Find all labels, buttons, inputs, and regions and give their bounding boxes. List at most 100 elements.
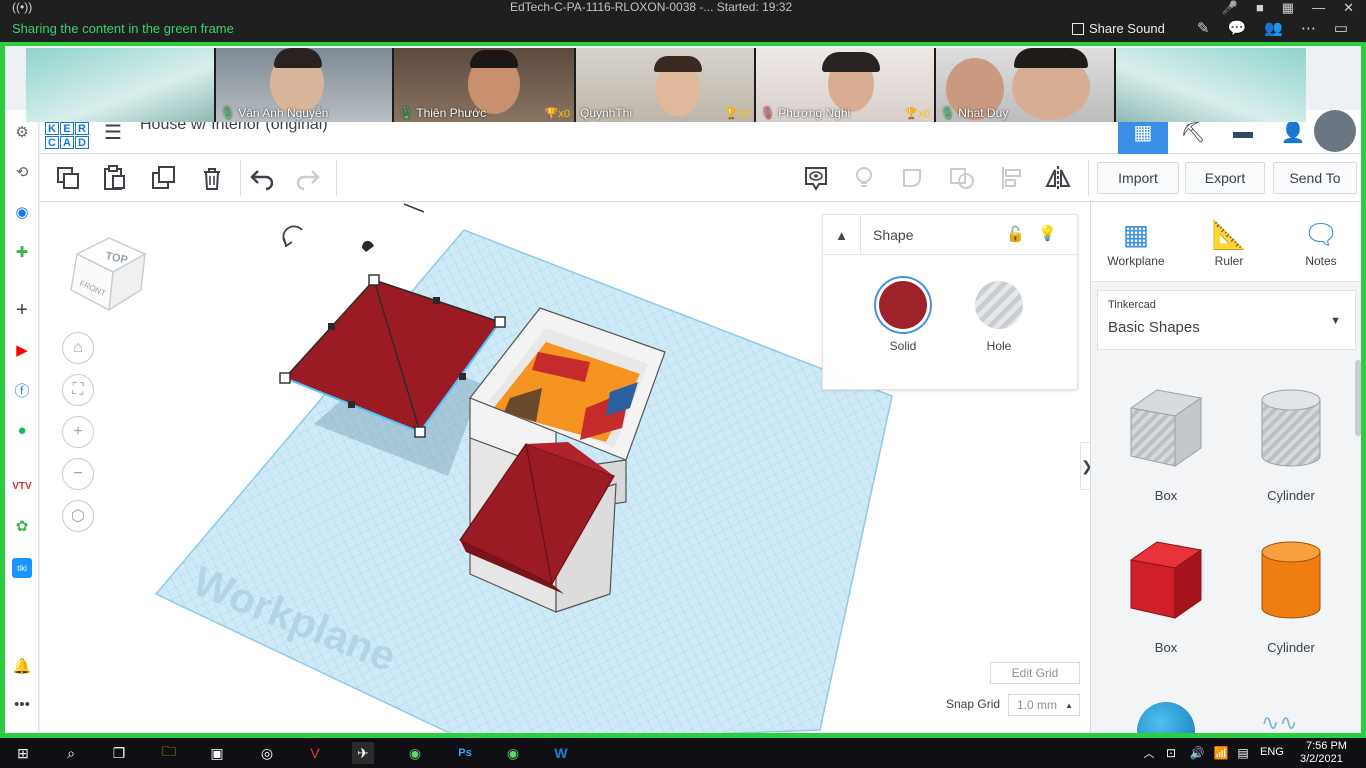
edit-grid-button[interactable]: Edit Grid (990, 662, 1080, 684)
resize-handle[interactable] (494, 316, 506, 328)
snap-grid-select[interactable]: 1.0 mm ▲ (1008, 694, 1080, 716)
chat-icon[interactable]: 💬 (1227, 19, 1246, 37)
delete-button[interactable] (196, 162, 228, 194)
more-icon[interactable]: ••• (12, 694, 32, 714)
shape-library-dropdown[interactable]: Tinkercad Basic Shapes ▼ (1097, 290, 1356, 350)
mirror-button[interactable] (1042, 162, 1074, 194)
zoom-in-button[interactable]: + (62, 416, 94, 448)
resize-handle[interactable] (368, 274, 380, 286)
home-view-button[interactable]: ⌂ (62, 332, 94, 364)
task-view-icon[interactable]: ❐ (108, 742, 130, 764)
unlock-icon[interactable]: 🔓 (1006, 225, 1025, 243)
resize-handle[interactable] (279, 372, 291, 384)
wifi-icon[interactable]: 📶 (1210, 742, 1232, 764)
annotate-icon[interactable]: ✎ (1197, 19, 1210, 37)
games-icon[interactable]: ✚ (12, 242, 32, 262)
avatar[interactable] (1314, 110, 1356, 152)
tray-chevron-icon[interactable]: ︿ (1138, 742, 1160, 764)
notes-toggle-button[interactable] (800, 162, 832, 194)
collapse-panel-button[interactable]: ▲ (823, 215, 861, 255)
redo-button[interactable] (292, 162, 324, 194)
participant-tile[interactable]: QuynhThi 🏆x0 (576, 48, 756, 122)
participant-tile[interactable]: 🎙 Thiên Phước 🏆x0 (394, 48, 576, 122)
mic-icon[interactable]: 🎤 (1222, 0, 1238, 16)
import-button[interactable]: Import (1097, 162, 1179, 194)
copy-button[interactable] (52, 162, 84, 194)
design-list-icon[interactable]: ☰ (104, 120, 122, 145)
duplicate-button[interactable] (148, 162, 180, 194)
resize-handle[interactable] (414, 426, 426, 438)
show-all-button[interactable] (848, 162, 880, 194)
shape-cylinder-hole[interactable]: Cylinder (1236, 378, 1346, 518)
paste-button[interactable] (98, 162, 130, 194)
network-icon[interactable]: ⊡ (1160, 742, 1182, 764)
participant-tile[interactable]: 🎙 Phương Nghi 🏆x0 (756, 48, 936, 122)
align-button[interactable] (996, 162, 1028, 194)
windows-start-icon[interactable]: ⊞ (12, 742, 34, 764)
app-icon[interactable]: ✿ (12, 516, 32, 536)
notification-icon[interactable]: ▤ (1232, 742, 1254, 764)
expand-library-button[interactable]: ❯ (1080, 442, 1090, 490)
text-shape-preview[interactable]: ∿∿ (1261, 710, 1321, 738)
group-button[interactable] (898, 162, 930, 194)
search-icon[interactable]: ⌕ (60, 742, 82, 764)
send-to-button[interactable]: Send To (1273, 162, 1357, 194)
photoshop-icon[interactable]: Ps (454, 742, 476, 764)
minimize-icon[interactable]: — (1312, 0, 1325, 16)
settings-icon[interactable]: ⚙ (12, 122, 32, 142)
shape-cylinder-solid[interactable]: Cylinder (1236, 530, 1346, 670)
vtv-icon[interactable]: VTV (12, 476, 32, 496)
add-icon[interactable]: + (12, 299, 32, 321)
browser-icon[interactable]: ◉ (502, 742, 524, 764)
3d-viewport[interactable]: Workplane TOP FRONT ⌂ ⛶ + − ⬡ ▲ Shape 🔓 … (40, 202, 1090, 738)
hole-swatch[interactable] (975, 281, 1023, 329)
messenger-icon[interactable]: ◉ (12, 202, 32, 222)
word-icon[interactable]: W (550, 742, 572, 764)
history-icon[interactable]: ⟲ (12, 162, 32, 182)
notes-tool[interactable]: 🗨 Notes (1281, 214, 1361, 269)
perspective-button[interactable]: ⬡ (62, 500, 94, 532)
fit-view-button[interactable]: ⛶ (62, 374, 94, 406)
workplane-tool[interactable]: ▦ Workplane (1096, 214, 1176, 269)
video-icon[interactable]: ■ (1256, 0, 1264, 16)
clock-time[interactable]: 7:56 PM (1306, 740, 1347, 752)
close-icon[interactable]: ✕ (1343, 0, 1354, 16)
participant-tile[interactable]: 🎙 Văn Anh Nguyễn (216, 48, 394, 122)
file-explorer-icon[interactable]: 🗀 (158, 742, 180, 764)
app-icon[interactable]: ✈ (352, 742, 374, 764)
store-icon[interactable]: ▣ (206, 742, 228, 764)
participant-tile[interactable]: 🎙 Nhat Duy (936, 48, 1116, 122)
ungroup-button[interactable] (946, 162, 978, 194)
solid-color-swatch[interactable] (879, 281, 927, 329)
tinkercad-logo[interactable]: K E R C A D (45, 122, 89, 149)
scrollbar[interactable] (1355, 360, 1361, 436)
undo-button[interactable] (246, 162, 278, 194)
notification-bell-icon[interactable]: 🔔 (12, 656, 32, 676)
shape-box-solid[interactable]: Box (1111, 530, 1221, 670)
vivaldi-icon[interactable]: V (304, 742, 326, 764)
view-cube[interactable]: TOP FRONT (65, 232, 149, 321)
obs-icon[interactable]: ◎ (256, 742, 278, 764)
spotify-icon[interactable]: ● (12, 420, 32, 440)
grid-icon[interactable]: ▦ (1282, 0, 1294, 16)
stop-share-icon[interactable]: ▭ (1334, 19, 1348, 37)
lightbulb-icon[interactable]: 💡 (1038, 224, 1057, 242)
share-sound-checkbox[interactable]: Share Sound (1072, 21, 1165, 36)
youtube-icon[interactable]: ▶ (12, 340, 32, 360)
rotate-handle-icon[interactable] (403, 203, 425, 213)
export-button[interactable]: Export (1185, 162, 1265, 194)
sphere-shape-preview[interactable] (1137, 702, 1195, 738)
language-indicator[interactable]: ENG (1260, 746, 1284, 758)
coccoc-icon[interactable]: ◉ (404, 742, 426, 764)
ruler-tool[interactable]: 📐 Ruler (1189, 214, 1269, 269)
volume-icon[interactable]: 🔊 (1186, 742, 1208, 764)
clock-date[interactable]: 3/2/2021 (1300, 753, 1343, 765)
zoom-out-button[interactable]: − (62, 458, 94, 490)
height-handle-icon[interactable] (362, 240, 374, 252)
rotate-handle-icon[interactable] (282, 225, 303, 245)
shape-box-hole[interactable]: Box (1111, 378, 1221, 518)
facebook-icon[interactable]: ⓕ (12, 380, 32, 400)
more-icon[interactable]: ⋯ (1301, 19, 1316, 37)
tiki-icon[interactable]: tiki (12, 558, 32, 578)
participants-icon[interactable]: 👥 (1264, 19, 1283, 37)
